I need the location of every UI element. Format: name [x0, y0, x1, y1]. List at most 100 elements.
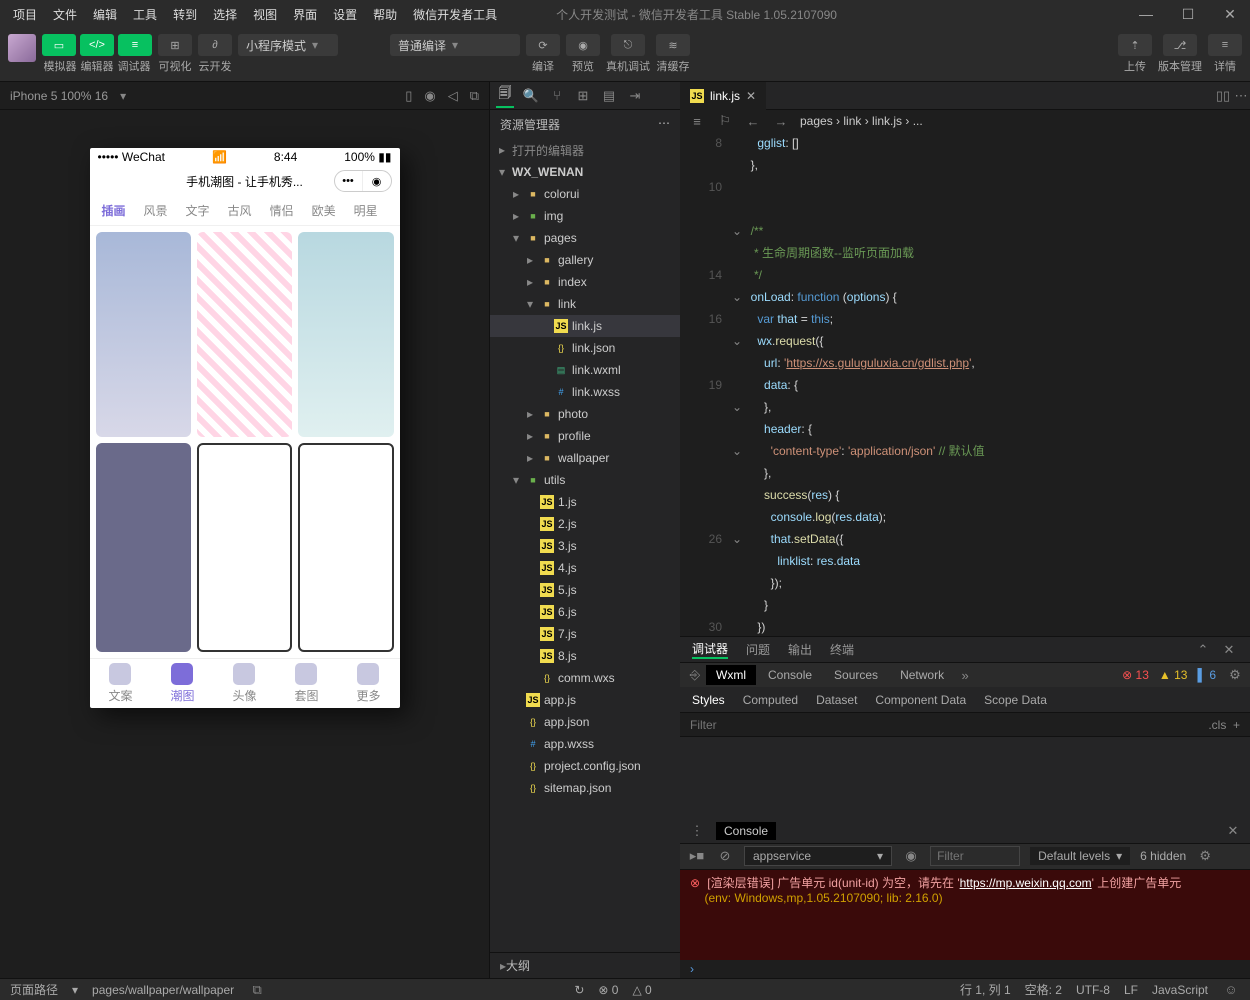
encoding-info[interactable]: UTF-8 [1076, 983, 1110, 997]
nav-item[interactable]: 文案 [108, 663, 132, 704]
tree-item[interactable]: ▾■utils [490, 469, 680, 491]
details-button[interactable]: ≡ [1208, 34, 1242, 56]
close-tab-icon[interactable]: ✕ [746, 89, 756, 103]
menu-视图[interactable]: 视图 [246, 2, 284, 27]
more-icon[interactable]: ⇥ [626, 88, 644, 104]
category-tab[interactable]: 明星 [354, 202, 378, 219]
tree-item[interactable]: ▸■img [490, 205, 680, 227]
debugger-tab[interactable]: 输出 [788, 641, 812, 658]
styles-filter-input[interactable] [690, 718, 770, 732]
page-path-label[interactable]: 页面路径 [10, 981, 58, 998]
menu-编辑[interactable]: 编辑 [86, 2, 124, 27]
tree-item[interactable]: {}link.json [490, 337, 680, 359]
compile-button[interactable]: ⟳ [526, 34, 560, 56]
git-icon[interactable]: ⑂ [548, 88, 566, 103]
ext-icon[interactable]: ⊞ [574, 88, 592, 104]
nav-item[interactable]: 潮图 [170, 663, 194, 704]
eol-info[interactable]: LF [1124, 983, 1138, 997]
search-icon[interactable]: 🔍 [522, 88, 540, 104]
wallpaper-thumb[interactable] [298, 232, 393, 437]
tree-item[interactable]: ▸■gallery [490, 249, 680, 271]
capsule-button[interactable]: •••◉ [334, 170, 392, 192]
console-settings-icon[interactable]: ⚙ [1196, 848, 1214, 864]
tree-item[interactable]: JS3.js [490, 535, 680, 557]
wallpaper-thumb[interactable] [197, 443, 292, 652]
user-avatar[interactable] [8, 34, 36, 62]
tree-item[interactable]: ▸■wallpaper [490, 447, 680, 469]
maximize-button[interactable]: ☐ [1174, 3, 1202, 25]
hidden-count[interactable]: 6 hidden [1140, 849, 1186, 863]
eye-icon[interactable]: ◉ [902, 848, 920, 864]
tree-item[interactable]: JSapp.js [490, 689, 680, 711]
page-path[interactable]: pages/wallpaper/wallpaper [92, 983, 234, 997]
nav-fwd-icon[interactable]: → [772, 114, 790, 129]
panel-up-icon[interactable]: ⌃ [1194, 642, 1212, 658]
styles-tab[interactable]: Computed [743, 693, 798, 707]
editor-toggle[interactable]: </> [80, 34, 114, 56]
tree-item[interactable]: {}comm.wxs [490, 667, 680, 689]
info-badge[interactable]: ▌ 6 [1197, 668, 1216, 682]
language-info[interactable]: JavaScript [1152, 983, 1208, 997]
compile-dropdown[interactable]: 普通编译 [390, 34, 520, 56]
copy-path-icon[interactable]: ⧉ [248, 982, 266, 998]
category-tab[interactable]: 古风 [228, 202, 252, 219]
close-button[interactable]: ✕ [1216, 3, 1244, 25]
panel-close-icon[interactable]: ✕ [1220, 642, 1238, 658]
devtab-sources[interactable]: Sources [824, 665, 888, 685]
tree-item[interactable]: JS2.js [490, 513, 680, 535]
status-warnings[interactable]: △ 0 [632, 983, 651, 997]
devtab-wxml[interactable]: Wxml [706, 665, 756, 685]
device-info[interactable]: iPhone 5 100% 16 [10, 89, 108, 103]
db-icon[interactable]: ▤ [600, 88, 618, 104]
debugger-toggle[interactable]: ≡ [118, 34, 152, 56]
editor-tab[interactable]: JSlink.js✕ [680, 82, 766, 110]
cursor-position[interactable]: 行 1, 列 1 [960, 981, 1011, 998]
tree-item[interactable]: ▸■photo [490, 403, 680, 425]
open-editors-section[interactable]: ▸打开的编辑器 [490, 139, 680, 161]
menu-设置[interactable]: 设置 [326, 2, 364, 27]
menu-界面[interactable]: 界面 [286, 2, 324, 27]
category-tab[interactable]: 欧美 [312, 202, 336, 219]
console-toggle-icon[interactable]: ⋮ [688, 823, 706, 839]
levels-select[interactable]: Default levels ▾ [1030, 847, 1130, 865]
tree-item[interactable]: JS4.js [490, 557, 680, 579]
console-clear-icon[interactable]: ⊘ [716, 848, 734, 864]
menu-帮助[interactable]: 帮助 [366, 2, 404, 27]
category-tab[interactable]: 情侣 [270, 202, 294, 219]
breadcrumb[interactable]: pages › link › link.js › ... [800, 114, 923, 128]
devtab-network[interactable]: Network [890, 665, 954, 685]
device-icon[interactable]: ▯ [405, 88, 412, 104]
mode-dropdown[interactable]: 小程序模式 [238, 34, 338, 56]
error-badge[interactable]: ⊗ 13 [1122, 668, 1149, 682]
tree-item[interactable]: JS6.js [490, 601, 680, 623]
console-filter-input[interactable] [930, 846, 1020, 866]
visual-button[interactable]: ⊞ [158, 34, 192, 56]
styles-tab[interactable]: Component Data [875, 693, 966, 707]
nav-back-icon[interactable]: ← [744, 114, 762, 129]
tree-item[interactable]: {}project.config.json [490, 755, 680, 777]
explorer-icon[interactable]: 🗐 [496, 84, 514, 108]
tree-item[interactable]: ▸■profile [490, 425, 680, 447]
tree-item[interactable]: ▸■index [490, 271, 680, 293]
feedback-icon[interactable]: ☺ [1222, 982, 1240, 997]
styles-tab[interactable]: Scope Data [984, 693, 1047, 707]
upload-button[interactable]: ⇡ [1118, 34, 1152, 56]
nav-item[interactable]: 更多 [356, 663, 380, 704]
code-editor[interactable]: 8 10 14 16 19 26 30 ⌄ ⌄ ⌄ ⌄ ⌄ ⌄ gglist: … [680, 132, 1250, 636]
tree-item[interactable]: JSlink.js [490, 315, 680, 337]
wallpaper-thumb[interactable] [298, 443, 393, 652]
cloud-button[interactable]: ∂ [198, 34, 232, 56]
outline-section[interactable]: ▸大纲 [490, 952, 680, 978]
tree-item[interactable]: JS7.js [490, 623, 680, 645]
editor-more-icon[interactable]: ⋯ [1232, 88, 1250, 104]
tree-item[interactable]: #app.wxss [490, 733, 680, 755]
debugger-tab[interactable]: 终端 [830, 641, 854, 658]
wallpaper-thumb[interactable] [96, 443, 191, 652]
debugger-tab[interactable]: 调试器 [692, 640, 728, 659]
mute-icon[interactable]: ◁ [448, 88, 458, 104]
simulator-toggle[interactable]: ▭ [42, 34, 76, 56]
console-sidebar-icon[interactable]: ▸■ [688, 848, 706, 864]
nav-item[interactable]: 头像 [232, 663, 256, 704]
more-actions-icon[interactable]: ⋯ [658, 116, 670, 133]
inspect-icon[interactable]: ⎆ [686, 667, 704, 683]
